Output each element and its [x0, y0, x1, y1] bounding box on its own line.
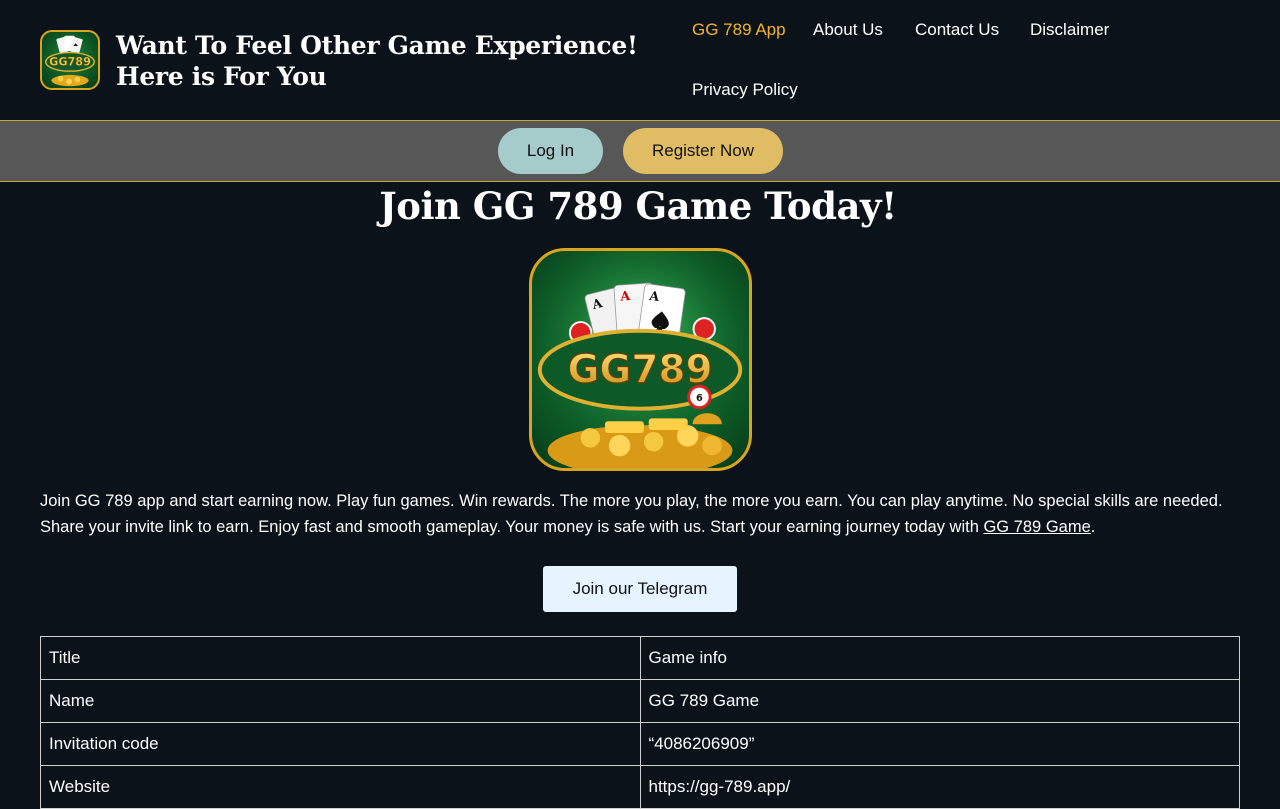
table-cell-link[interactable]: https://gg-789.app/ [639, 765, 1240, 809]
nav-item-disclaimer[interactable]: Disclaimer [1014, 0, 1125, 60]
intro-paragraph: Join GG 789 app and start earning now. P… [40, 488, 1240, 540]
gg789-game-link[interactable]: GG 789 Game [983, 518, 1090, 536]
svg-text:A: A [619, 288, 631, 304]
table-cell: Website [40, 765, 641, 809]
table-cell: Name [40, 679, 641, 723]
intro-end: . [1090, 518, 1096, 536]
nav-item-gg789-app[interactable]: GG 789 App [676, 0, 802, 60]
page-title: Join GG 789 Game Today! [379, 184, 897, 228]
table-row: Title Game info [40, 636, 1240, 680]
table-cell: Title [40, 636, 641, 680]
table-cell: “4086206909” [639, 722, 1240, 766]
register-button[interactable]: Register Now [623, 128, 783, 174]
site-title[interactable]: Want To Feel Other Game Experience! Here… [116, 30, 676, 92]
table-row: Website https://gg-789.app/ [40, 765, 1240, 809]
table-cell: Invitation code [40, 722, 641, 766]
svg-text:A: A [647, 288, 660, 304]
nav-item-about-us[interactable]: About Us [797, 0, 899, 60]
table-row: Name GG 789 Game [40, 679, 1240, 723]
table-row: Invitation code “4086206909” [40, 722, 1240, 766]
main-navigation: GG 789 App About Us Contact Us Disclaime… [676, 0, 1236, 120]
table-cell: Game info [639, 636, 1240, 680]
nav-item-contact-us[interactable]: Contact Us [899, 0, 1015, 60]
table-cell: GG 789 Game [639, 679, 1240, 723]
svg-text:GG789: GG789 [49, 56, 91, 69]
login-button[interactable]: Log In [498, 128, 603, 174]
gg789-hero-logo-image: A A A GG789 6 [529, 248, 752, 471]
game-info-table: Title Game info Name GG 789 Game Invitat… [40, 636, 1240, 809]
site-header: GG789 Want To Feel Other Game Experience… [0, 0, 1280, 120]
hero-logo-text: GG789 [567, 347, 712, 392]
join-telegram-button[interactable]: Join our Telegram [543, 566, 737, 612]
nav-item-privacy-policy[interactable]: Privacy Policy [676, 60, 814, 120]
svg-text:6: 6 [696, 393, 703, 404]
gg789-logo-icon[interactable]: GG789 [40, 30, 100, 90]
auth-bar: Log In Register Now [0, 120, 1280, 182]
